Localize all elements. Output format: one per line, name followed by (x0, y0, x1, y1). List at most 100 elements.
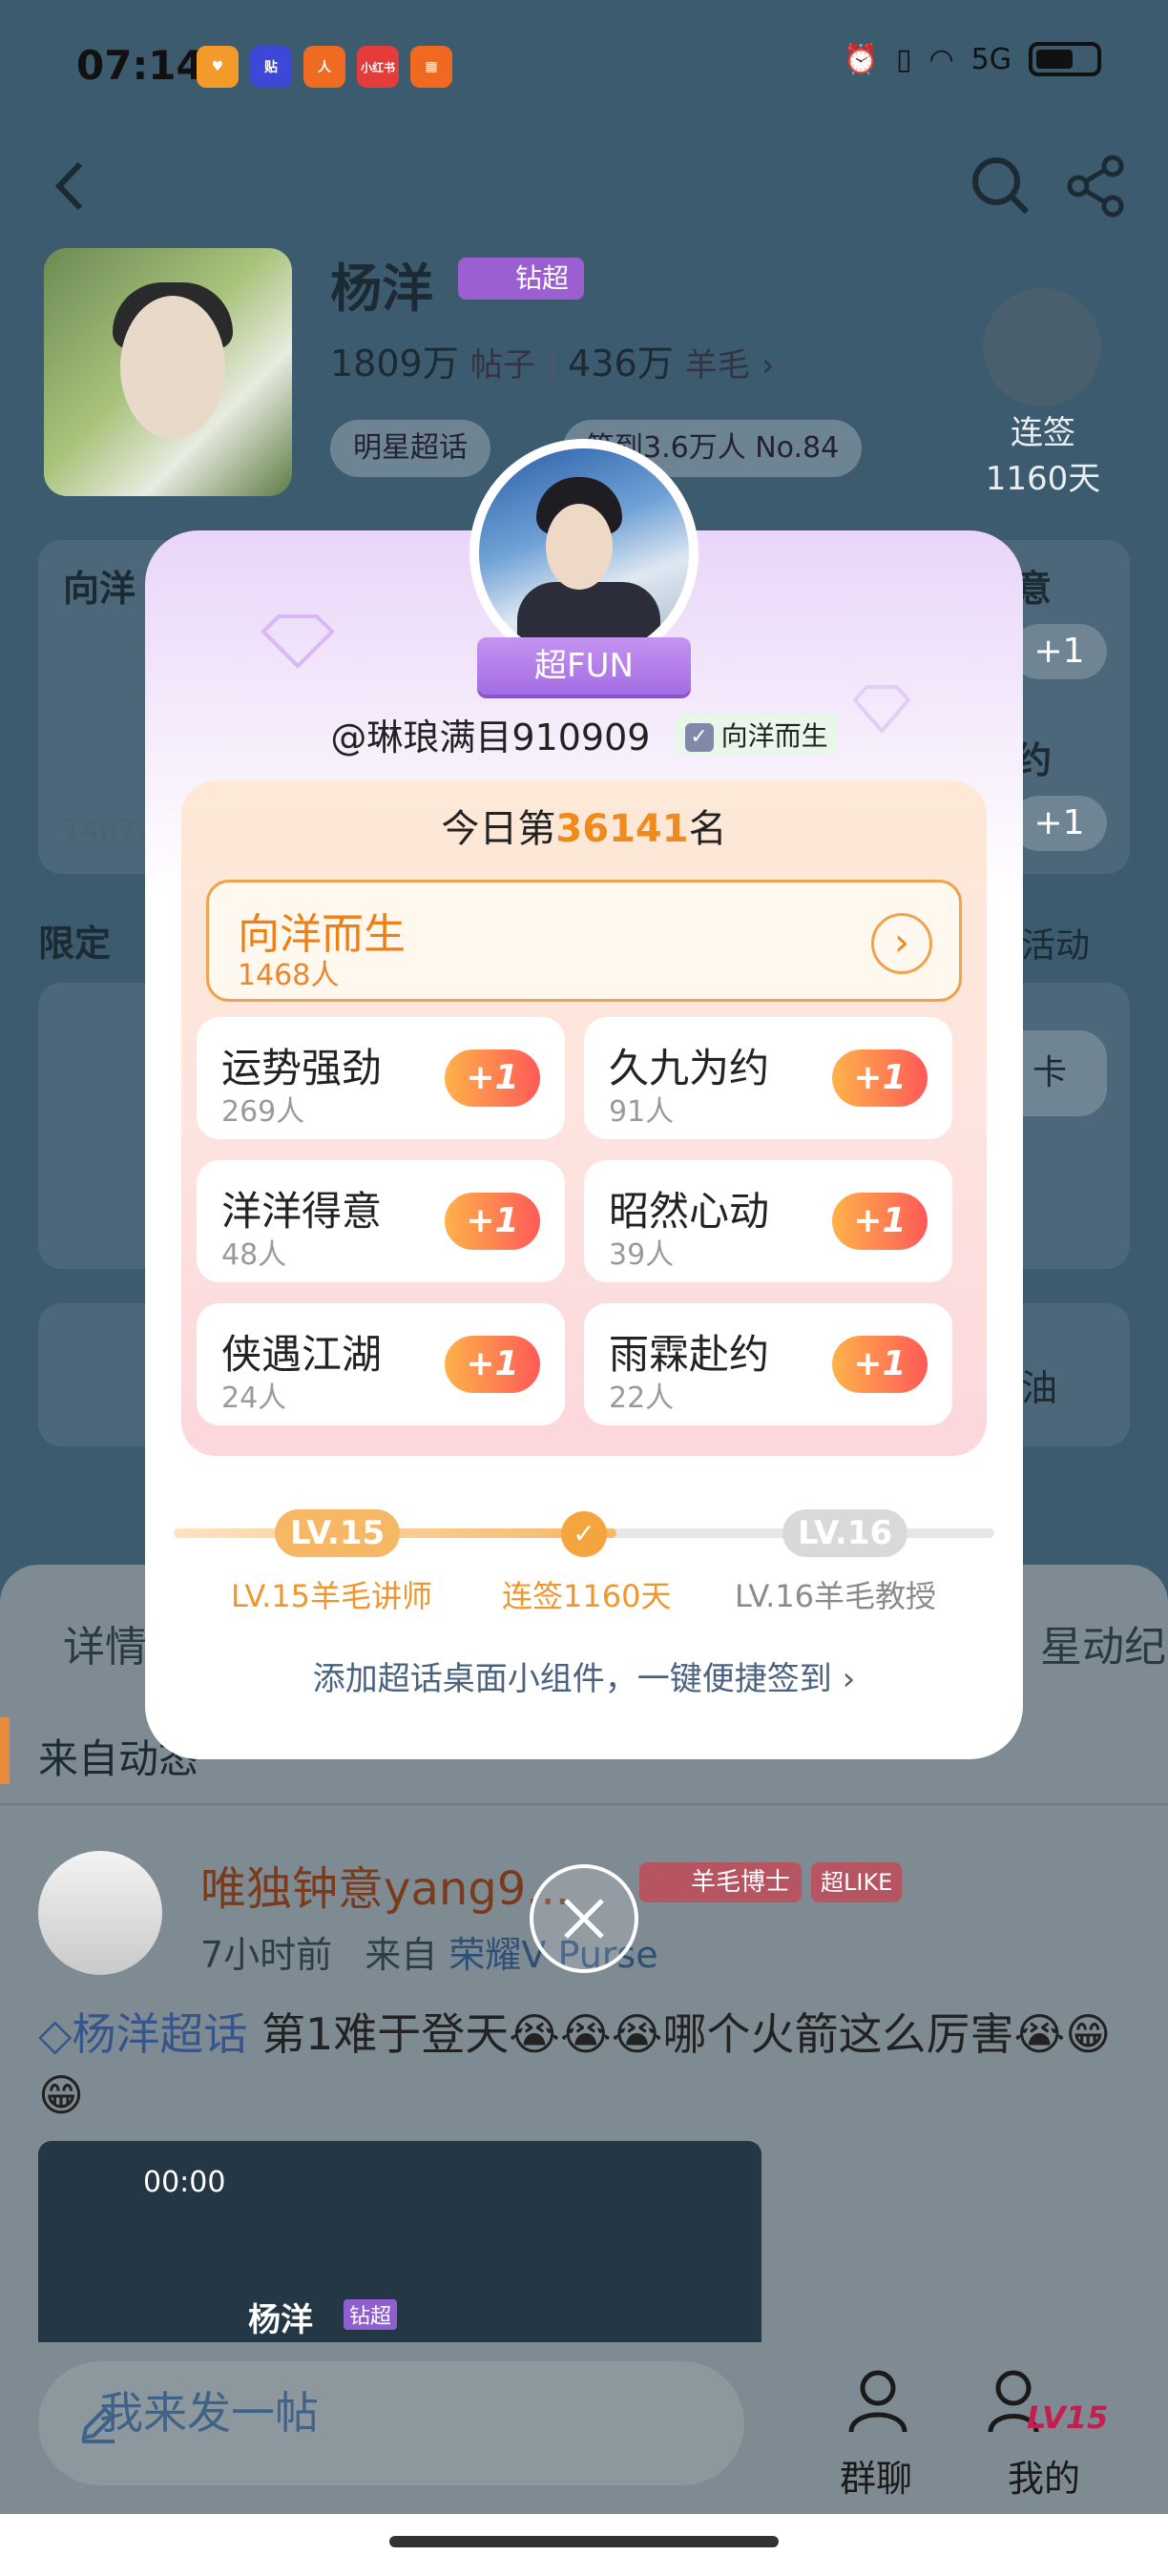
top-nav (0, 143, 1168, 229)
bottom-bar: 我来发一帖 群聊 LV15 我的 (0, 2342, 1168, 2514)
rank-suffix: 名 (688, 807, 727, 851)
supertopic-link[interactable]: ◇杨洋超话 (38, 2008, 247, 2060)
user-handle-line: @琳琅满目910909 ✓ 向洋而生 (145, 708, 1023, 760)
cheer-option: 久九为约 91人 +1 (584, 1017, 952, 1139)
bg-plus-button: +1 (1012, 796, 1107, 851)
supertopic-avatar[interactable] (44, 248, 292, 496)
option-title: 昭然心动 (609, 1188, 770, 1235)
option-count: 48人 (221, 1238, 287, 1272)
check-icon: ✓ (684, 722, 714, 752)
section-accent-bar (0, 1717, 10, 1784)
rank-title: 今日第36141名 (181, 798, 987, 853)
post-user-avatar[interactable] (38, 1851, 162, 1975)
rank-prefix: 今日第 (441, 807, 556, 851)
plus-one-button[interactable]: +1 (445, 1049, 540, 1107)
group-tag: ✓ 向洋而生 (675, 713, 838, 756)
cheer-option: 运势强劲 269人 +1 (197, 1017, 565, 1139)
tieba-app-icon: 贴 (250, 46, 292, 88)
checkin-label: 连签 (1011, 414, 1075, 452)
mine-label: 我的 (1007, 2458, 1080, 2500)
close-popup-button[interactable] (530, 1864, 638, 1973)
limited-section-title: 限定 (38, 923, 112, 965)
rank-panel: 今日第36141名 向洋而生 1468人 › 运势强劲 269人 +1 久九为约… (181, 780, 987, 1456)
mine-button[interactable]: LV15 我的 (977, 2361, 1111, 2502)
super-fun-ribbon: 超FUN (477, 637, 691, 695)
share-icon[interactable] (1063, 153, 1130, 219)
checkin-days: 1160天 (985, 460, 1101, 498)
post-from-label: 来自 (365, 1934, 438, 1976)
bg-plus-button: +1 (1012, 624, 1107, 679)
option-count: 269人 (221, 1095, 305, 1129)
alarm-icon: ⏰ (843, 42, 879, 76)
option-title: 侠遇江湖 (221, 1331, 383, 1378)
cheer-option: 昭然心动 39人 +1 (584, 1160, 952, 1282)
group-chat-icon (848, 2370, 907, 2433)
plus-one-button[interactable]: +1 (832, 1336, 928, 1393)
cheer-option: 侠遇江湖 24人 +1 (197, 1303, 565, 1425)
home-indicator[interactable] (389, 2536, 779, 2547)
calendar-check-icon[interactable] (983, 288, 1101, 406)
next-level-title: LV.16羊毛教授 (735, 1578, 936, 1614)
supertopic-name: 杨洋 (330, 259, 433, 319)
status-bar: 07:14 ♥ 贴 人 小红书 ▦ ⏰ ▯ ◠ 5G (0, 0, 1168, 134)
current-level-pill: LV.15 (275, 1509, 401, 1557)
signal-icon: 5G (970, 42, 1012, 76)
diamond-badge: 钻超 (458, 258, 585, 300)
group-chat-label: 群聊 (839, 2458, 912, 2500)
current-level-title: LV.15羊毛讲师 (231, 1578, 432, 1614)
streak-label: 连签1160天 (502, 1578, 672, 1614)
status-app-icons: ♥ 贴 人 小红书 ▦ (197, 46, 452, 88)
wifi-icon: ◠ (928, 42, 954, 76)
tab-details[interactable]: 详情 (63, 1612, 147, 1673)
plus-one-button[interactable]: +1 (832, 1049, 928, 1107)
grid-app-icon: ▦ (410, 46, 452, 88)
post-username[interactable]: 唯独钟意yang9... (200, 1851, 570, 1918)
star-topic-tag[interactable]: 明星超话 (330, 420, 490, 477)
check-icon: ✓ (561, 1511, 607, 1557)
search-icon[interactable] (968, 153, 1034, 219)
posts-count: 1809万 (330, 343, 459, 384)
option-title: 雨霖赴约 (609, 1331, 770, 1378)
cheer-option: 雨霖赴约 22人 +1 (584, 1303, 952, 1425)
primary-group-option[interactable]: 向洋而生 1468人 › (206, 880, 962, 1002)
chevron-right-icon[interactable]: › (871, 913, 932, 974)
add-widget-link[interactable]: 添加超话桌面小组件，一键便捷签到 › (145, 1652, 1023, 1699)
option-count: 39人 (609, 1238, 675, 1272)
user-handle[interactable]: @琳琅满目910909 (330, 708, 650, 760)
diamond-decoration-icon (261, 614, 335, 669)
image-time: 00:00 (143, 2166, 226, 2199)
close-icon (564, 1899, 604, 1939)
super-like-badge: 超LIKE (811, 1862, 903, 1902)
status-time: 07:14 (76, 42, 204, 89)
group-chat-button[interactable]: 群聊 (809, 2361, 943, 2502)
plus-one-button[interactable]: +1 (832, 1193, 928, 1250)
plus-one-button[interactable]: +1 (445, 1193, 540, 1250)
plus-one-button[interactable]: +1 (445, 1336, 540, 1393)
level-badge-label: 羊毛博士 (691, 1868, 791, 1897)
chevron-right-icon: › (761, 346, 775, 384)
wool-label: 羊毛 (684, 346, 750, 384)
activity-link[interactable]: 活动 (1021, 918, 1090, 967)
post-screenshot-image[interactable]: 00:00 杨洋 钻超 (38, 2141, 761, 2351)
image-name: 杨洋 (248, 2301, 313, 2339)
back-arrow-icon[interactable] (38, 153, 105, 219)
divider (0, 1803, 1168, 1805)
checkin-streak[interactable]: 连签 1160天 (971, 410, 1115, 502)
cheer-option: 洋洋得意 48人 +1 (197, 1160, 565, 1282)
diamond-badge-label: 钻超 (515, 262, 570, 294)
wool-count: 436万 (568, 343, 674, 384)
option-title: 运势强劲 (221, 1045, 383, 1091)
post-time: 7小时前 (200, 1934, 333, 1976)
compose-placeholder: 我来发一帖 (99, 2387, 319, 2439)
option-count: 91人 (609, 1095, 675, 1129)
vibrate-icon: ▯ (895, 42, 912, 76)
rank-number: 36141 (555, 807, 689, 851)
image-badge: 钻超 (344, 2299, 398, 2330)
stats-line[interactable]: 1809万 帖子 | 436万 羊毛 › (330, 334, 775, 386)
tab-star-record[interactable]: 星动纪 (1040, 1612, 1166, 1673)
post-content[interactable]: ◇杨洋超话 第1难于登天😭😭😭哪个火箭这么厉害😭😁😁 (38, 2004, 1136, 2126)
option-title: 久九为约 (609, 1045, 770, 1091)
posts-label: 帖子 (469, 346, 535, 384)
group-tag-label: 向洋而生 (720, 719, 828, 752)
user-avatar[interactable] (469, 439, 699, 668)
